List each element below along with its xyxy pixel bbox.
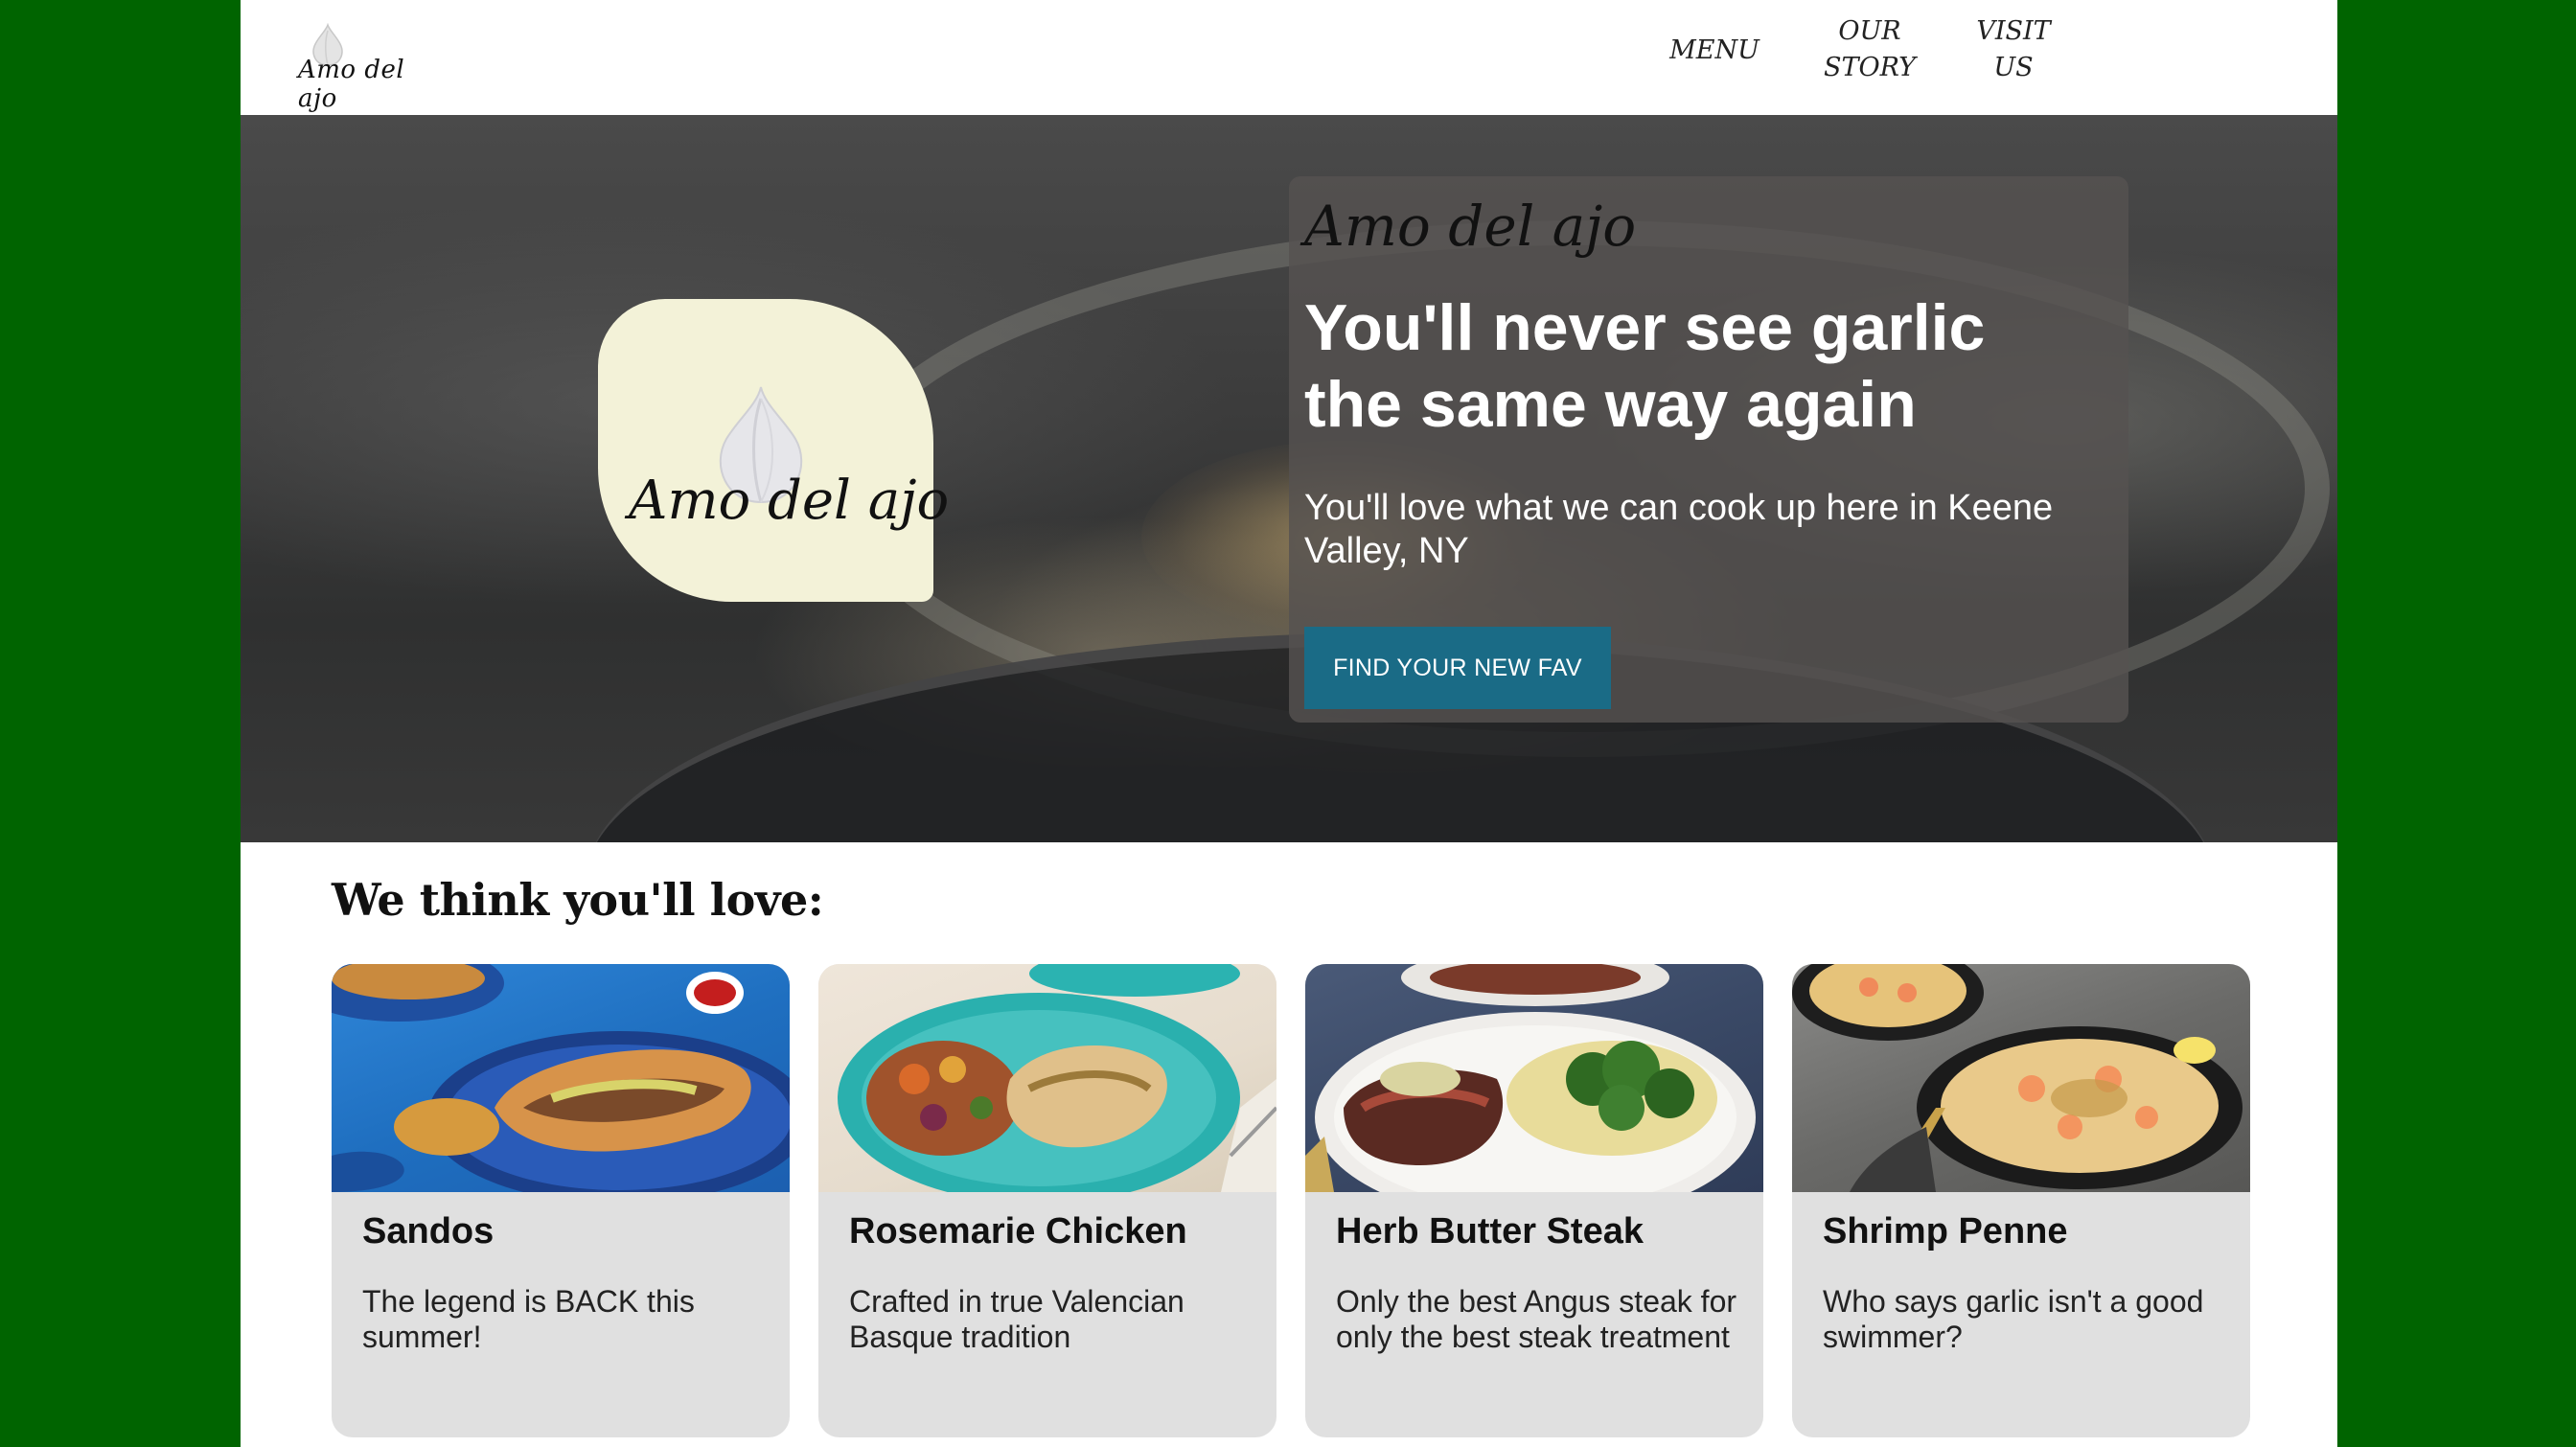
nav-visit-us-line1: VISIT — [1976, 16, 2051, 46]
nav-our-story-line2: STORY — [1824, 53, 1916, 82]
shrimp-penne-image — [1792, 964, 2242, 1192]
card-image-rosemarie-chicken — [818, 964, 1276, 1192]
card-image-shrimp-penne — [1792, 964, 2250, 1192]
hero-logo-text: Amo del ajo — [629, 470, 950, 532]
hero-logo-badge: Amo del ajo — [598, 299, 949, 602]
card-description: Crafted in true Valencian Basque traditi… — [849, 1284, 1184, 1354]
card-title: Herb Butter Steak — [1336, 1211, 1644, 1252]
chicken-plate-image — [838, 964, 1276, 1192]
nav-visit-us[interactable]: VISIT US — [1975, 13, 2052, 90]
hero-headline: You'll never see garlic the same way aga… — [1304, 291, 1986, 441]
nav-visit-us-line2: US — [1993, 53, 2034, 82]
header-logo-text: Amo del ajo — [298, 56, 405, 113]
header-logo[interactable]: Amo del ajo — [298, 21, 432, 113]
menu-card-herb-butter-steak[interactable]: Herb Butter Steak Only the best Angus st… — [1305, 964, 1763, 1437]
page: Amo del ajo MENU OUR STORY VISIT US Amo … — [241, 0, 2337, 1447]
nav-menu-label: MENU — [1669, 35, 1760, 65]
nav-our-story[interactable]: OUR STORY — [1822, 13, 1918, 90]
card-description: The legend is BACK this summer! — [362, 1284, 695, 1354]
card-image-herb-butter-steak — [1305, 964, 1763, 1192]
card-image-sandos — [332, 964, 790, 1192]
hero-card: Amo del ajo You'll never see garlic the … — [1289, 176, 2128, 723]
hero-brand: Amo del ajo — [1304, 194, 1637, 259]
sandwich-image — [332, 964, 790, 1192]
hero-banner: Amo del ajo Amo del ajo You'll never see… — [241, 115, 2337, 842]
menu-card-shrimp-penne[interactable]: Shrimp Penne Who says garlic isn't a goo… — [1792, 964, 2250, 1437]
hero-subheadline: You'll love what we can cook up here in … — [1304, 488, 2054, 571]
card-title: Shrimp Penne — [1823, 1211, 2068, 1252]
find-your-new-fav-button[interactable]: FIND YOUR NEW FAV — [1304, 627, 1611, 709]
nav-menu[interactable]: MENU — [1667, 33, 1762, 109]
section-title: We think you'll love: — [332, 874, 824, 926]
site-header: Amo del ajo MENU OUR STORY VISIT US — [241, 0, 2337, 115]
steak-plate-image — [1305, 964, 1756, 1192]
card-title: Rosemarie Chicken — [849, 1211, 1187, 1252]
card-title: Sandos — [362, 1211, 494, 1252]
menu-card-rosemarie-chicken[interactable]: Rosemarie Chicken Crafted in true Valenc… — [818, 964, 1276, 1437]
nav-our-story-line1: OUR — [1838, 16, 1901, 46]
card-description: Who says garlic isn't a good swimmer? — [1823, 1284, 2204, 1354]
menu-card-sandos[interactable]: Sandos The legend is BACK this summer! — [332, 964, 790, 1437]
card-description: Only the best Angus steak for only the b… — [1336, 1284, 1737, 1354]
